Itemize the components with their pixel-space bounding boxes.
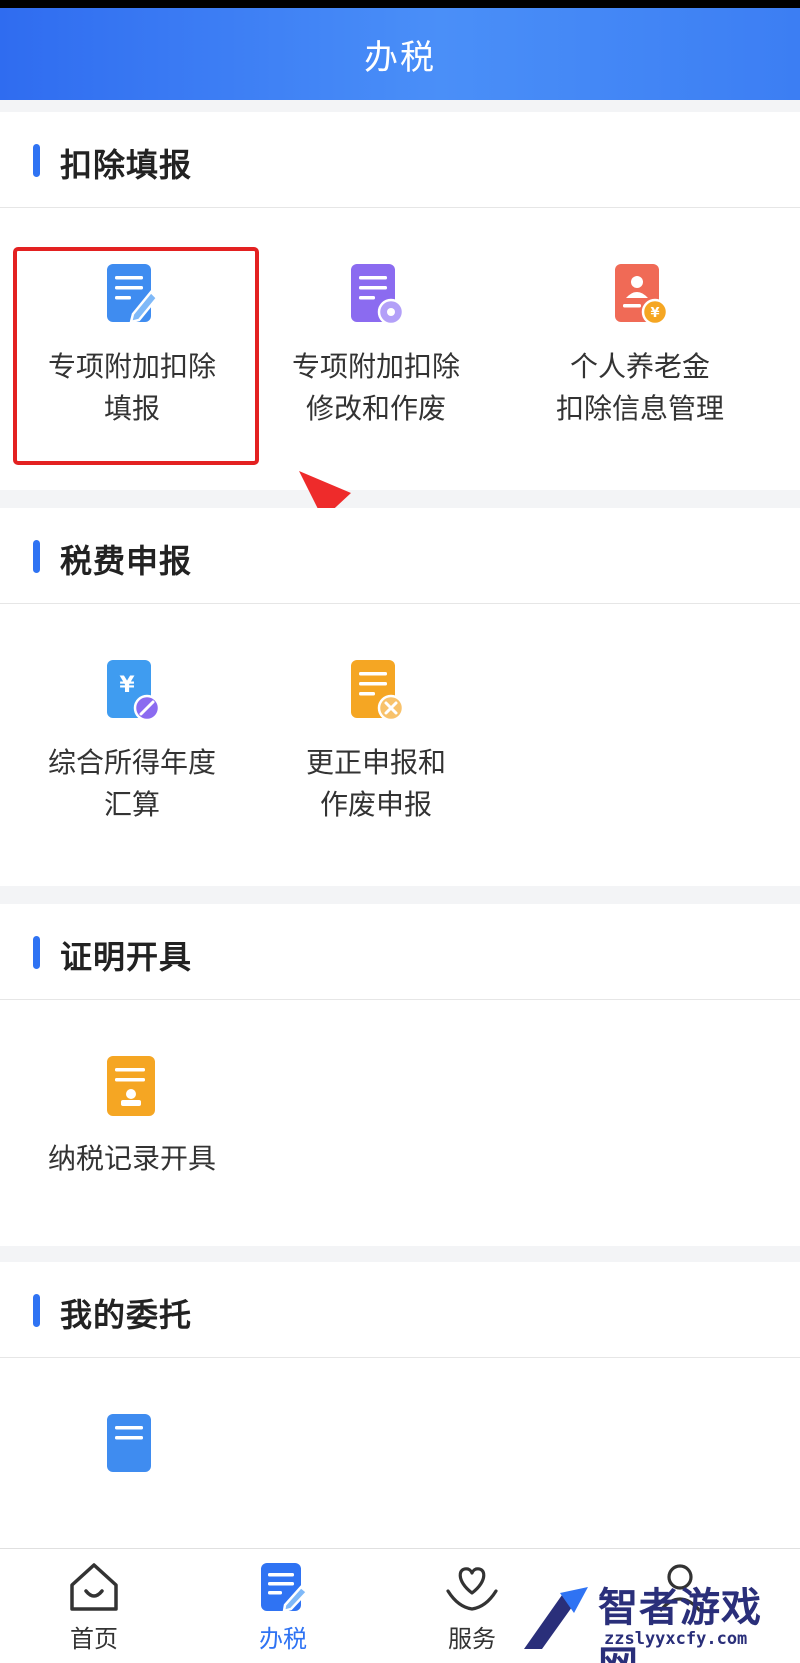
section-certificate: 证明开具 纳税记录开具 bbox=[0, 904, 800, 1246]
tab-label: 首页 bbox=[70, 1625, 118, 1653]
document-settings-icon bbox=[347, 262, 405, 328]
highlight-box bbox=[13, 247, 259, 465]
item-correction-declaration[interactable]: 更正申报和 作废申报 bbox=[244, 658, 508, 826]
section-marker bbox=[33, 1294, 40, 1327]
pension-card-icon: ¥ bbox=[611, 262, 669, 328]
yuan-document-icon: ¥ bbox=[103, 658, 161, 724]
item-label-line1: 更正申报和 bbox=[305, 746, 446, 779]
tax-document-icon bbox=[255, 1559, 311, 1615]
svg-text:¥: ¥ bbox=[119, 673, 135, 698]
section-title: 证明开具 bbox=[60, 938, 193, 976]
tab-home[interactable]: 首页 bbox=[24, 1549, 164, 1663]
item-label-line2: 汇算 bbox=[103, 788, 160, 821]
svg-text:¥: ¥ bbox=[650, 306, 659, 321]
top-header: 办税 bbox=[0, 0, 800, 100]
watermark-logo-icon bbox=[524, 1587, 588, 1649]
item-label-line1: 综合所得年度 bbox=[47, 746, 216, 779]
item-entrust[interactable] bbox=[0, 1412, 264, 1478]
tab-tax[interactable]: 办税 bbox=[213, 1549, 353, 1663]
section-header: 我的委托 bbox=[0, 1262, 800, 1358]
item-label-line1: 个人养老金 bbox=[569, 350, 710, 383]
item-pension-deduction[interactable]: ¥ 个人养老金 扣除信息管理 bbox=[508, 262, 772, 430]
section-header: 证明开具 bbox=[0, 904, 800, 1000]
document-stamp-icon bbox=[103, 1054, 161, 1120]
watermark-url: zzslyyxcfy.com bbox=[604, 1629, 748, 1649]
watermark-name: 智者游戏网 bbox=[598, 1585, 762, 1663]
item-annual-settlement[interactable]: ¥ 综合所得年度 汇算 bbox=[0, 658, 264, 826]
section-title: 扣除填报 bbox=[60, 146, 193, 184]
site-watermark: 智者游戏网 zzslyyxcfy.com bbox=[520, 1575, 800, 1663]
section-marker bbox=[33, 144, 40, 177]
page-title: 办税 bbox=[364, 38, 436, 78]
heart-hands-icon bbox=[444, 1559, 500, 1615]
section-title: 我的委托 bbox=[60, 1296, 193, 1334]
section-header: 税费申报 bbox=[0, 508, 800, 604]
tab-label: 办税 bbox=[259, 1625, 307, 1653]
item-label-line2: 扣除信息管理 bbox=[555, 392, 724, 425]
home-icon bbox=[66, 1559, 122, 1615]
section-marker bbox=[33, 540, 40, 573]
item-label-line1: 专项附加扣除 bbox=[291, 350, 460, 383]
section-entrust: 我的委托 bbox=[0, 1262, 800, 1548]
section-title: 税费申报 bbox=[60, 542, 193, 580]
item-special-deduction-modify[interactable]: 专项附加扣除 修改和作废 bbox=[244, 262, 508, 430]
item-tax-record[interactable]: 纳税记录开具 bbox=[0, 1054, 264, 1180]
item-label-line2: 作废申报 bbox=[319, 788, 432, 821]
section-header: 扣除填报 bbox=[0, 112, 800, 208]
document-cancel-icon bbox=[347, 658, 405, 724]
section-marker bbox=[33, 936, 40, 969]
item-label-line1: 纳税记录开具 bbox=[47, 1142, 216, 1175]
document-list-icon bbox=[103, 1412, 161, 1478]
item-label-line2: 修改和作废 bbox=[305, 392, 446, 425]
section-declaration: 税费申报 ¥ 综合所得年度 汇算 更正申报和 作废申报 bbox=[0, 508, 800, 886]
